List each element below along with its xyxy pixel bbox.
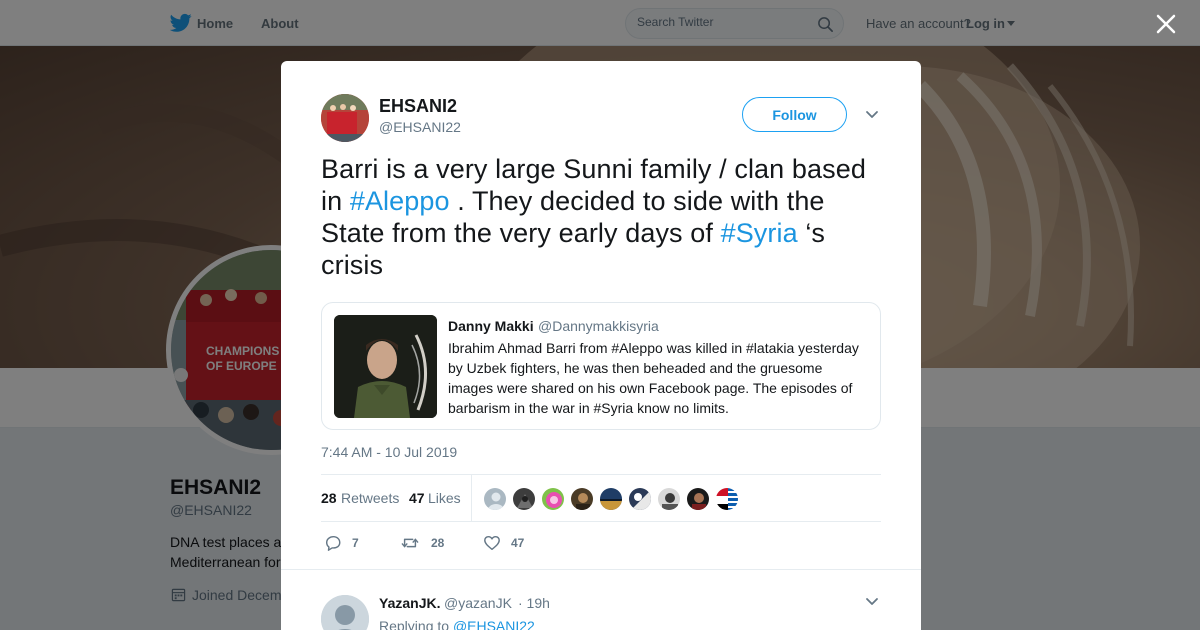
- liker-avatar[interactable]: [512, 487, 536, 511]
- stats-divider: [471, 475, 472, 522]
- retweets-count[interactable]: 28: [321, 490, 337, 506]
- author-handle[interactable]: @EHSANI22: [379, 119, 461, 135]
- liker-avatar-image: [629, 488, 651, 510]
- tweet-modal: EHSANI2 @EHSANI22 Follow Barri is a very…: [281, 61, 921, 630]
- author-avatar[interactable]: [321, 94, 369, 142]
- reply-author-avatar[interactable]: [321, 595, 369, 630]
- default-avatar-image: [321, 595, 369, 630]
- quoted-author-name: Danny Makki: [448, 318, 534, 334]
- tweet-text: Barri is a very large Sunni family / cla…: [321, 153, 886, 281]
- close-icon[interactable]: [1155, 13, 1177, 35]
- liker-avatar[interactable]: [570, 487, 594, 511]
- reply-divider: [281, 569, 921, 570]
- author-avatar-image: [321, 94, 369, 142]
- tweet-actions: 7 28 47: [321, 532, 881, 554]
- liker-avatar[interactable]: [483, 487, 507, 511]
- retweet-icon[interactable]: [401, 534, 419, 552]
- tweet-timestamp[interactable]: 7:44 AM - 10 Jul 2019: [321, 444, 457, 460]
- follow-button[interactable]: Follow: [742, 97, 847, 132]
- quoted-tweet-text: Ibrahim Ahmad Barri from #Aleppo was kil…: [448, 340, 859, 416]
- reply-author-handle[interactable]: @yazanJK: [444, 595, 512, 611]
- liker-avatar[interactable]: [599, 487, 623, 511]
- likes-count[interactable]: 47: [409, 490, 425, 506]
- reply-author-name[interactable]: YazanJK.: [379, 595, 440, 611]
- quoted-author-handle: @Dannymakkisyria: [538, 318, 659, 334]
- liker-avatar[interactable]: [657, 487, 681, 511]
- replying-to-label: Replying to: [379, 618, 450, 630]
- quoted-tweet-image: [334, 315, 437, 418]
- liker-avatar[interactable]: [715, 487, 739, 511]
- retweets-label[interactable]: Retweets: [341, 490, 399, 506]
- tweet-stats: 28 Retweets 47 Likes: [321, 474, 881, 522]
- mention-link[interactable]: @EHSANI22: [453, 618, 535, 630]
- chevron-down-icon[interactable]: [865, 597, 879, 607]
- liker-avatar-image: [687, 488, 709, 510]
- replying-to: Replying to @EHSANI22: [379, 618, 535, 630]
- liker-avatar[interactable]: [541, 487, 565, 511]
- liker-avatar[interactable]: [686, 487, 710, 511]
- reply-time[interactable]: · 19h: [518, 595, 550, 611]
- liker-avatar-image: [513, 488, 535, 510]
- author-name[interactable]: EHSANI2: [379, 96, 457, 117]
- liker-avatar-image: [542, 488, 564, 510]
- reply-icon[interactable]: [324, 534, 342, 552]
- hashtag-link[interactable]: #Syria: [721, 218, 798, 248]
- chevron-down-icon[interactable]: [865, 110, 879, 120]
- heart-icon[interactable]: [483, 534, 501, 552]
- soldier-photo: [334, 315, 437, 418]
- default-avatar-image: [484, 488, 506, 510]
- liker-avatar-image: [600, 488, 622, 510]
- reply-count[interactable]: 7: [352, 536, 359, 550]
- flag-avatar-image: [716, 488, 738, 510]
- liker-avatar-image: [571, 488, 593, 510]
- quoted-tweet-card[interactable]: Danny Makki @Dannymakkisyria Ibrahim Ahm…: [321, 302, 881, 430]
- likes-label[interactable]: Likes: [428, 490, 461, 506]
- liker-avatar-image: [658, 488, 680, 510]
- hashtag-link[interactable]: #Aleppo: [350, 186, 450, 216]
- like-count[interactable]: 47: [511, 536, 524, 550]
- liker-avatar[interactable]: [628, 487, 652, 511]
- retweet-count[interactable]: 28: [431, 536, 444, 550]
